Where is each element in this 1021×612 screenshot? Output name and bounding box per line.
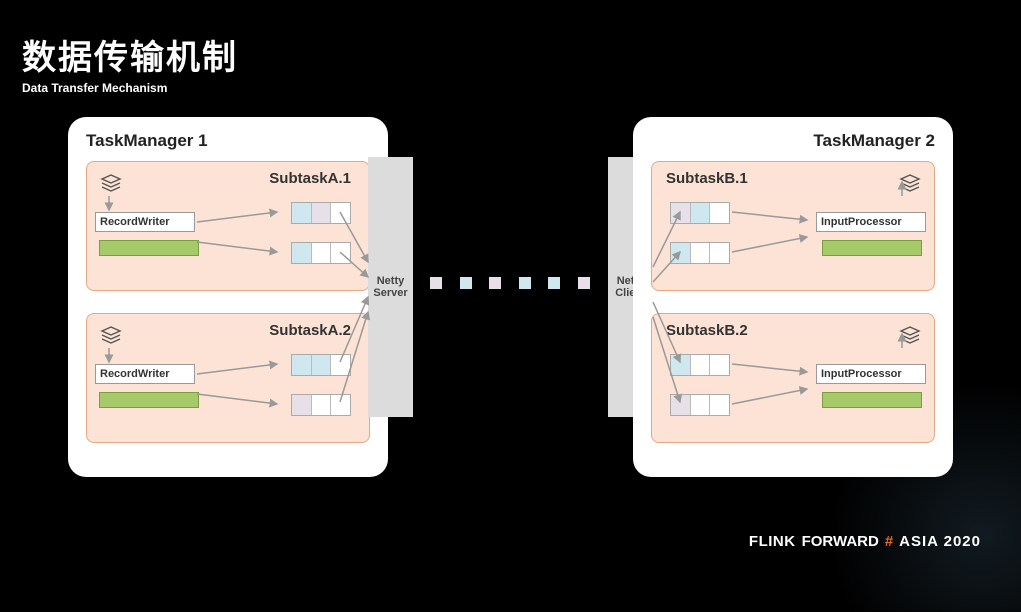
output-buffer: [291, 242, 351, 264]
subtask-a1-label: SubtaskA.1: [97, 170, 359, 187]
tm1-label: TaskManager 1: [86, 131, 370, 151]
input-buffer: [670, 354, 730, 376]
input-buffer: [670, 394, 730, 416]
subtask-a1: SubtaskA.1 RecordWriter: [86, 161, 370, 291]
packet-icon: [519, 277, 531, 289]
subtask-b2: SubtaskB.2 InputProcessor: [651, 313, 935, 443]
output-buffer: [291, 202, 351, 224]
layers-icon: [99, 324, 123, 348]
deserializer-bar: [822, 240, 922, 256]
serializer-bar: [99, 392, 199, 408]
subtask-a2-label: SubtaskA.2: [97, 322, 359, 339]
footer-asia: ASIA 2020: [899, 533, 981, 550]
layers-icon: [898, 172, 922, 196]
netty-server-label: Netty Server: [368, 275, 413, 299]
subtask-a2: SubtaskA.2 RecordWriter: [86, 313, 370, 443]
taskmanager-2: TaskManager 2 SubtaskB.1 InputProcessor …: [633, 117, 953, 477]
tm2-label: TaskManager 2: [651, 131, 935, 151]
output-buffer: [291, 354, 351, 376]
sub-title: Data Transfer Mechanism: [22, 81, 238, 95]
footer-forward: FORWARD: [802, 533, 879, 550]
layers-icon: [898, 324, 922, 348]
layers-icon: [99, 172, 123, 196]
serializer-bar: [99, 240, 199, 256]
record-writer-a2: RecordWriter: [95, 364, 195, 384]
packet-icon: [548, 277, 560, 289]
subtask-b1-label: SubtaskB.1: [662, 170, 924, 187]
network-stream: [430, 277, 590, 289]
packet-icon: [489, 277, 501, 289]
diagram: TaskManager 1 SubtaskA.1 RecordWriter Su…: [68, 117, 953, 477]
input-buffer: [670, 202, 730, 224]
footer-flink: FLINK: [749, 533, 796, 550]
deserializer-bar: [822, 392, 922, 408]
footer: FLINK FORWARD # ASIA 2020: [749, 533, 981, 550]
input-processor-b2: InputProcessor: [816, 364, 926, 384]
input-processor-b1: InputProcessor: [816, 212, 926, 232]
main-title: 数据传输机制: [22, 30, 238, 79]
taskmanager-1: TaskManager 1 SubtaskA.1 RecordWriter Su…: [68, 117, 388, 477]
record-writer-a1: RecordWriter: [95, 212, 195, 232]
packet-icon: [578, 277, 590, 289]
packet-icon: [460, 277, 472, 289]
input-buffer: [670, 242, 730, 264]
subtask-b2-label: SubtaskB.2: [662, 322, 924, 339]
netty-server: Netty Server: [368, 157, 413, 417]
footer-hash: #: [885, 533, 893, 550]
packet-icon: [430, 277, 442, 289]
subtask-b1: SubtaskB.1 InputProcessor: [651, 161, 935, 291]
title-area: 数据传输机制 Data Transfer Mechanism: [22, 30, 238, 95]
output-buffer: [291, 394, 351, 416]
